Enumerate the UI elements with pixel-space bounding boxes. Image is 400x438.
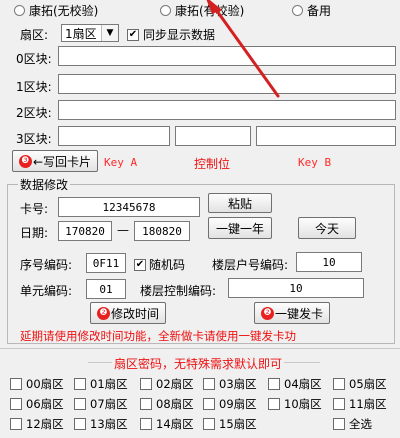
annotation-arrow-icon bbox=[206, 0, 280, 98]
